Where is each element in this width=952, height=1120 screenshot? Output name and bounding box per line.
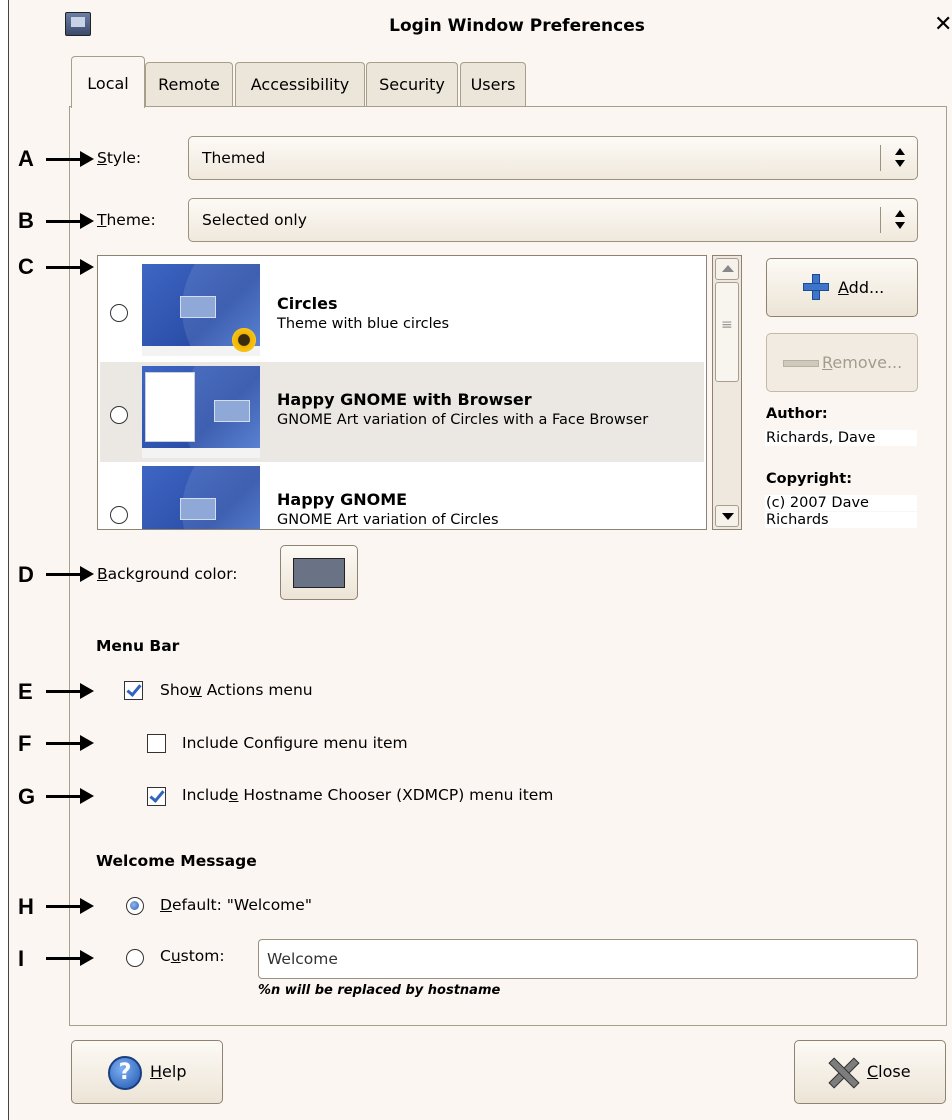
theme-thumbnail: [142, 466, 260, 529]
annotation-a: A: [18, 146, 34, 171]
tab-security[interactable]: Security: [366, 62, 458, 106]
include-chooser-checkbox[interactable]: [147, 787, 166, 806]
combo-separator: [880, 145, 881, 171]
close-button[interactable]: Close: [794, 1040, 946, 1104]
help-button[interactable]: ? Help: [71, 1040, 223, 1104]
theme-radio[interactable]: [110, 506, 128, 524]
minus-icon: [783, 360, 819, 367]
annotation-d: D: [18, 562, 34, 587]
scroll-thumb[interactable]: [715, 282, 739, 382]
annotation-arrow-d: [46, 566, 94, 582]
author-label: Author:: [766, 406, 828, 422]
theme-select-value: Selected only: [202, 211, 307, 229]
theme-description: Theme with blue circles: [277, 316, 450, 332]
show-actions-label: Show Actions menu: [160, 681, 313, 699]
theme-name: Happy GNOME with Browser: [277, 390, 532, 409]
theme-description: GNOME Art variation of Circles with a Fa…: [277, 412, 649, 428]
background-color-button[interactable]: [280, 545, 358, 600]
tab-local[interactable]: Local: [71, 56, 145, 108]
plus-icon: [803, 274, 829, 300]
app-icon: [65, 12, 91, 36]
annotation-arrow-h: [46, 898, 94, 914]
theme-name: Circles: [277, 294, 338, 313]
author-value: Richards, Dave: [765, 430, 917, 446]
style-label: Style:: [97, 149, 142, 167]
theme-description: GNOME Art variation of Circles: [277, 512, 499, 528]
theme-row-happy-gnome-browser[interactable]: Happy GNOME with Browser GNOME Art varia…: [100, 362, 704, 462]
include-configure-checkbox[interactable]: [147, 734, 166, 753]
annotation-arrow-b: [46, 213, 94, 229]
copyright-label: Copyright:: [766, 471, 852, 487]
style-select[interactable]: Themed: [188, 136, 918, 180]
spin-arrows-icon: [891, 209, 909, 231]
annotation-arrow-i: [46, 950, 94, 966]
annotation-c: C: [18, 254, 34, 279]
tab-accessibility[interactable]: Accessibility: [235, 62, 365, 106]
theme-list[interactable]: Circles Theme with blue circles Happy GN…: [97, 255, 707, 530]
theme-row-happy-gnome[interactable]: Happy GNOME GNOME Art variation of Circl…: [100, 464, 704, 529]
background-color-label: Background color:: [97, 565, 238, 583]
annotation-i: I: [18, 946, 25, 971]
theme-select[interactable]: Selected only: [188, 198, 918, 242]
annotation-e: E: [18, 679, 33, 704]
combo-separator: [880, 207, 881, 233]
annotation-arrow-e: [46, 683, 94, 699]
default-welcome-radio[interactable]: [126, 897, 144, 915]
include-configure-label: Include Configure menu item: [182, 734, 408, 752]
theme-list-scrollbar[interactable]: [712, 255, 742, 530]
annotation-arrow-f: [46, 735, 94, 751]
annotation-arrow-c: [46, 259, 94, 275]
scroll-down-icon[interactable]: [715, 505, 739, 527]
close-icon: [827, 1057, 859, 1089]
show-actions-checkbox[interactable]: [124, 681, 143, 700]
default-welcome-label: Default: "Welcome": [160, 896, 312, 914]
menu-bar-heading: Menu Bar: [96, 637, 180, 655]
window-title: Login Window Preferences: [389, 16, 645, 36]
color-swatch: [293, 558, 345, 588]
theme-row-circles[interactable]: Circles Theme with blue circles: [100, 260, 704, 360]
copyright-value-line2: Richards: [765, 512, 917, 528]
theme-thumbnail: [142, 366, 260, 458]
close-icon[interactable]: ✕: [934, 12, 952, 37]
custom-welcome-radio[interactable]: [126, 949, 144, 967]
annotation-arrow-g: [46, 788, 94, 804]
spin-arrows-icon: [891, 147, 909, 169]
annotation-f: F: [18, 731, 32, 756]
remove-theme-button[interactable]: Remove...: [766, 333, 918, 392]
style-select-value: Themed: [202, 149, 266, 167]
custom-welcome-input[interactable]: Welcome: [258, 939, 918, 979]
include-chooser-label: Include Hostname Chooser (XDMCP) menu it…: [182, 786, 554, 804]
add-button-label: Add...: [838, 278, 885, 297]
theme-thumbnail: [142, 264, 260, 356]
annotation-g: G: [18, 784, 36, 809]
scroll-up-icon[interactable]: [715, 258, 739, 280]
custom-welcome-label: Custom:: [160, 947, 225, 965]
help-button-label: Help: [150, 1062, 187, 1081]
annotation-b: B: [18, 208, 34, 233]
welcome-hint: %n will be replaced by hostname: [258, 983, 501, 998]
theme-radio[interactable]: [110, 406, 128, 424]
theme-label: Theme:: [97, 211, 156, 229]
copyright-value-line1: (c) 2007 Dave: [765, 495, 917, 511]
add-theme-button[interactable]: Add...: [766, 258, 918, 317]
annotation-h: H: [18, 894, 34, 919]
help-icon: ?: [108, 1056, 142, 1090]
annotation-arrow-a: [46, 151, 94, 167]
welcome-message-heading: Welcome Message: [96, 852, 257, 870]
tab-users[interactable]: Users: [460, 62, 526, 106]
close-button-label: Close: [867, 1062, 911, 1081]
sunflower-icon: [230, 326, 258, 354]
theme-radio[interactable]: [110, 304, 128, 322]
remove-button-label: Remove...: [822, 353, 903, 372]
tab-remote[interactable]: Remote: [145, 62, 233, 106]
theme-name: Happy GNOME: [277, 490, 408, 509]
